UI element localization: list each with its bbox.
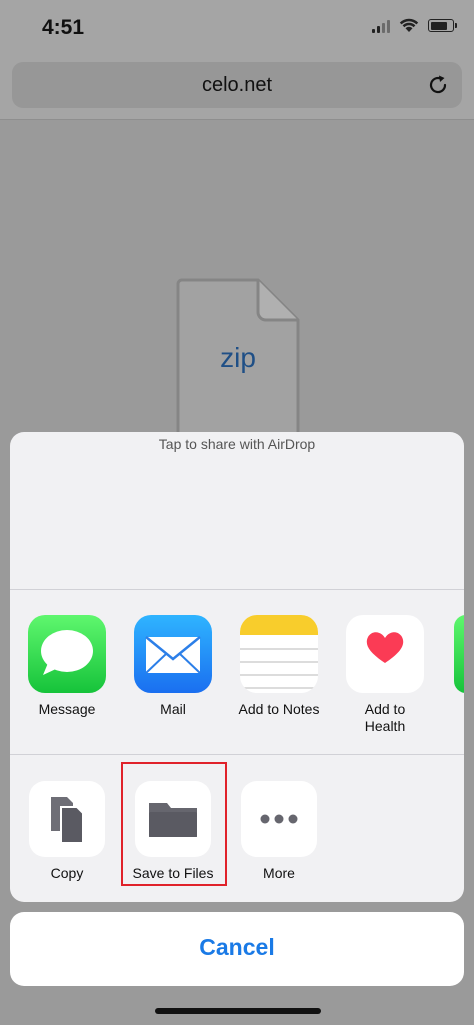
cancel-button[interactable]: Cancel bbox=[10, 912, 464, 986]
address-bar[interactable]: celo.net bbox=[12, 62, 462, 108]
share-app-label: Mail bbox=[160, 701, 186, 717]
reload-icon[interactable] bbox=[426, 73, 450, 97]
share-app-label: Message bbox=[38, 701, 96, 717]
more-icon bbox=[241, 781, 317, 857]
url-text: celo.net bbox=[201, 74, 273, 96]
action-save-to-files[interactable]: Save to Files bbox=[120, 781, 226, 882]
share-app-label: Add to Notes bbox=[238, 701, 320, 717]
share-app-label: Add to Health bbox=[364, 701, 406, 734]
home-indicator bbox=[155, 1008, 321, 1014]
share-app-partial[interactable]: W bbox=[438, 615, 464, 718]
status-time: 4:51 bbox=[42, 16, 85, 39]
wifi-icon bbox=[399, 18, 419, 32]
share-app-notes[interactable]: Add to Notes bbox=[226, 615, 332, 718]
cellular-signal-icon bbox=[372, 19, 390, 33]
cancel-label: Cancel bbox=[199, 934, 275, 960]
share-app-health[interactable]: Add to Health bbox=[332, 615, 438, 735]
airdrop-section[interactable]: Tap to share with AirDrop bbox=[10, 432, 464, 590]
share-app-mail[interactable]: Mail bbox=[120, 615, 226, 718]
folder-icon bbox=[135, 781, 211, 857]
action-more[interactable]: More bbox=[226, 781, 332, 882]
share-app-label: W bbox=[438, 701, 464, 718]
action-copy[interactable]: Copy bbox=[14, 781, 120, 882]
app-icon bbox=[454, 615, 464, 693]
status-icons bbox=[372, 18, 457, 33]
action-label: Copy bbox=[50, 865, 84, 881]
notes-app-icon bbox=[240, 615, 318, 693]
share-sheet: Tap to share with AirDrop Message Mail A… bbox=[10, 432, 464, 902]
copy-icon bbox=[29, 781, 105, 857]
battery-icon bbox=[428, 19, 457, 32]
health-app-icon bbox=[346, 615, 424, 693]
share-apps-row: Message Mail Add to Notes Add to Health bbox=[10, 590, 464, 755]
status-bar: 4:51 bbox=[0, 0, 474, 58]
share-actions-row: Copy Save to Files More bbox=[10, 755, 464, 902]
action-label: More bbox=[263, 865, 295, 881]
message-app-icon bbox=[28, 615, 106, 693]
share-app-message[interactable]: Message bbox=[14, 615, 120, 718]
browser-toolbar: celo.net bbox=[0, 58, 474, 120]
mail-app-icon bbox=[134, 615, 212, 693]
action-label: Save to Files bbox=[132, 865, 214, 881]
file-type-label: zip bbox=[220, 342, 256, 373]
airdrop-hint: Tap to share with AirDrop bbox=[158, 436, 316, 452]
